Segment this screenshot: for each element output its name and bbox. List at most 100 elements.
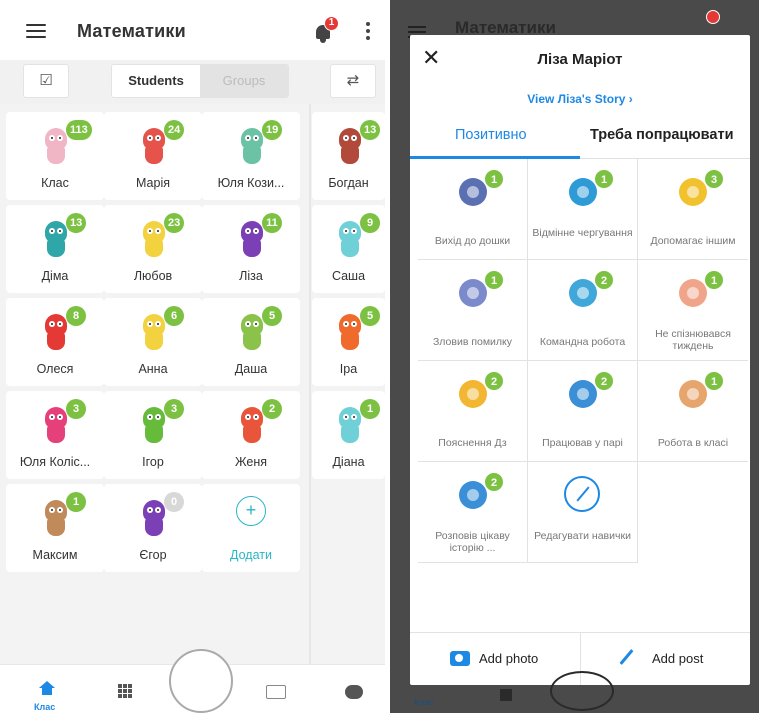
portfolio-icon[interactable] xyxy=(266,685,286,699)
view-story-link[interactable]: View Лiза's Story › xyxy=(410,92,750,106)
skill-label: Допомагає іншим xyxy=(650,235,736,247)
capture-button[interactable] xyxy=(169,649,233,713)
plus-icon: + xyxy=(236,496,266,526)
student-card[interactable]: 8 Олеся xyxy=(6,298,104,386)
points-badge: 6 xyxy=(164,306,184,326)
student-name: Юля Кози... xyxy=(217,176,285,190)
student-card[interactable]: 19 Юля Кози... xyxy=(202,112,300,200)
student-name: Олеся xyxy=(36,362,74,376)
menu-icon[interactable] xyxy=(26,24,46,38)
skill-points-badge: 1 xyxy=(484,169,504,189)
points-badge: 3 xyxy=(66,399,86,419)
dimmed-home-label: Клас xyxy=(414,697,434,707)
skill-tile[interactable]: 3 Допомагає іншим xyxy=(638,159,748,260)
points-badge: 2 xyxy=(262,399,282,419)
camera-icon[interactable] xyxy=(450,651,470,666)
student-card[interactable]: 13 Богдан xyxy=(312,112,385,200)
points-badge: 13 xyxy=(66,213,87,233)
skill-label: Відмінне чергування xyxy=(532,227,633,239)
home-icon[interactable] xyxy=(39,681,55,695)
student-card[interactable]: 23 Любов xyxy=(104,205,202,293)
skill-points-badge: 3 xyxy=(704,169,724,189)
student-card[interactable]: 6 Анна xyxy=(104,298,202,386)
tab-students[interactable]: Students xyxy=(112,65,200,97)
class-title: Математики xyxy=(77,21,186,41)
apps-grid-icon[interactable] xyxy=(118,684,132,698)
monster-avatar xyxy=(141,221,167,257)
class-screen: Математики 1 ☑ Students Groups ⇄ 113 Клас… xyxy=(0,0,385,713)
edit-skills-button[interactable]: Редагувати навички xyxy=(528,462,638,563)
add-student-button[interactable]: + Додати xyxy=(202,484,300,572)
skill-points-badge: 1 xyxy=(484,270,504,290)
student-card[interactable]: 5 Іра xyxy=(312,298,385,386)
student-name: Марія xyxy=(135,176,170,190)
student-card[interactable]: 5 Даша xyxy=(202,298,300,386)
student-card[interactable]: 24 Марія xyxy=(104,112,202,200)
monster-avatar xyxy=(141,128,167,164)
student-card[interactable]: 0 Єгор xyxy=(104,484,202,572)
monster-avatar xyxy=(239,221,265,257)
tab-positive[interactable]: Позитивно xyxy=(455,127,527,143)
monster-avatar xyxy=(141,314,167,350)
student-card[interactable]: 13 Діма xyxy=(6,205,104,293)
student-name: Клас xyxy=(41,176,69,190)
monster-avatar xyxy=(337,314,363,350)
shuffle-icon[interactable]: ⇄ xyxy=(330,64,376,98)
student-name: Єгор xyxy=(139,548,167,562)
student-card[interactable]: 1 Діана xyxy=(312,391,385,479)
student-name: Саша xyxy=(331,269,366,283)
skill-tile[interactable]: 2 Пояснення Дз xyxy=(418,361,528,462)
skill-label: Командна робота xyxy=(539,336,626,348)
view-toggle: Students Groups xyxy=(111,64,289,98)
skill-tile[interactable]: 1 Вихід до дошки xyxy=(418,159,528,260)
award-points-dialog: ✕ Ліза Маріот View Лiза's Story › Позити… xyxy=(410,35,750,685)
skill-points-badge: 2 xyxy=(484,371,504,391)
skill-tile[interactable]: 2 Працював у парі xyxy=(528,361,638,462)
student-card[interactable]: 11 Ліза xyxy=(202,205,300,293)
screen-root: Математики 1 ☑ Students Groups ⇄ 113 Клас… xyxy=(0,0,759,713)
skill-label: Розповів цікаву історію ... xyxy=(435,530,510,554)
skill-label: Пояснення Дз xyxy=(438,437,507,449)
student-skill-screen: Математики ✕ Ліза Маріот View Лiза's Sto… xyxy=(390,0,759,713)
monster-avatar xyxy=(43,221,69,257)
student-card[interactable]: 3 Ігор xyxy=(104,391,202,479)
student-card[interactable]: 1 Максим xyxy=(6,484,104,572)
student-card[interactable]: 9 Саша xyxy=(312,205,385,293)
points-badge: 5 xyxy=(360,306,380,326)
student-card[interactable]: 3 Юля Коліс... xyxy=(6,391,104,479)
points-badge: 23 xyxy=(164,213,185,233)
skill-tile[interactable]: 1 Відмінне чергування xyxy=(528,159,638,260)
home-label[interactable]: Клас xyxy=(34,702,55,712)
add-post-button[interactable]: Add post xyxy=(652,651,703,666)
points-badge: 5 xyxy=(262,306,282,326)
skill-label: Робота в класі xyxy=(657,437,729,449)
monster-avatar xyxy=(43,314,69,350)
dimmed-notification-badge xyxy=(706,10,720,24)
select-multiple-icon[interactable]: ☑ xyxy=(23,64,69,98)
student-card[interactable]: 2 Женя xyxy=(202,391,300,479)
monster-avatar xyxy=(337,407,363,443)
student-name: Максим xyxy=(32,548,78,562)
tab-needs-work[interactable]: Треба попрацювати xyxy=(590,127,733,143)
student-name: Анна xyxy=(138,362,168,376)
skill-tile[interactable]: 2 Розповів цікаву історію ... xyxy=(418,462,528,563)
more-options-icon[interactable] xyxy=(365,22,371,42)
skill-tile[interactable]: 1 Робота в класі xyxy=(638,361,748,462)
skill-points-badge: 2 xyxy=(594,371,614,391)
notifications-bell-icon[interactable]: 1 xyxy=(314,16,339,44)
skill-tile[interactable]: 2 Командна робота xyxy=(528,260,638,361)
messages-icon[interactable] xyxy=(345,685,363,699)
pencil-icon[interactable] xyxy=(619,649,634,665)
student-name: Даша xyxy=(234,362,268,376)
student-name: Іра xyxy=(339,362,358,376)
student-name: Богдан xyxy=(328,176,369,190)
tab-groups[interactable]: Groups xyxy=(200,65,288,97)
skill-tile[interactable]: 1 Не спізнювався тиждень xyxy=(638,260,748,361)
skill-tile[interactable]: 1 Зловив помилку xyxy=(418,260,528,361)
bottom-nav: Клас xyxy=(0,649,385,713)
skill-label: Працював у парі xyxy=(542,437,623,449)
skill-points-badge: 1 xyxy=(594,169,614,189)
student-card[interactable]: 113 Клас xyxy=(6,112,104,200)
add-photo-button[interactable]: Add photo xyxy=(479,651,538,666)
points-badge: 113 xyxy=(66,120,92,140)
